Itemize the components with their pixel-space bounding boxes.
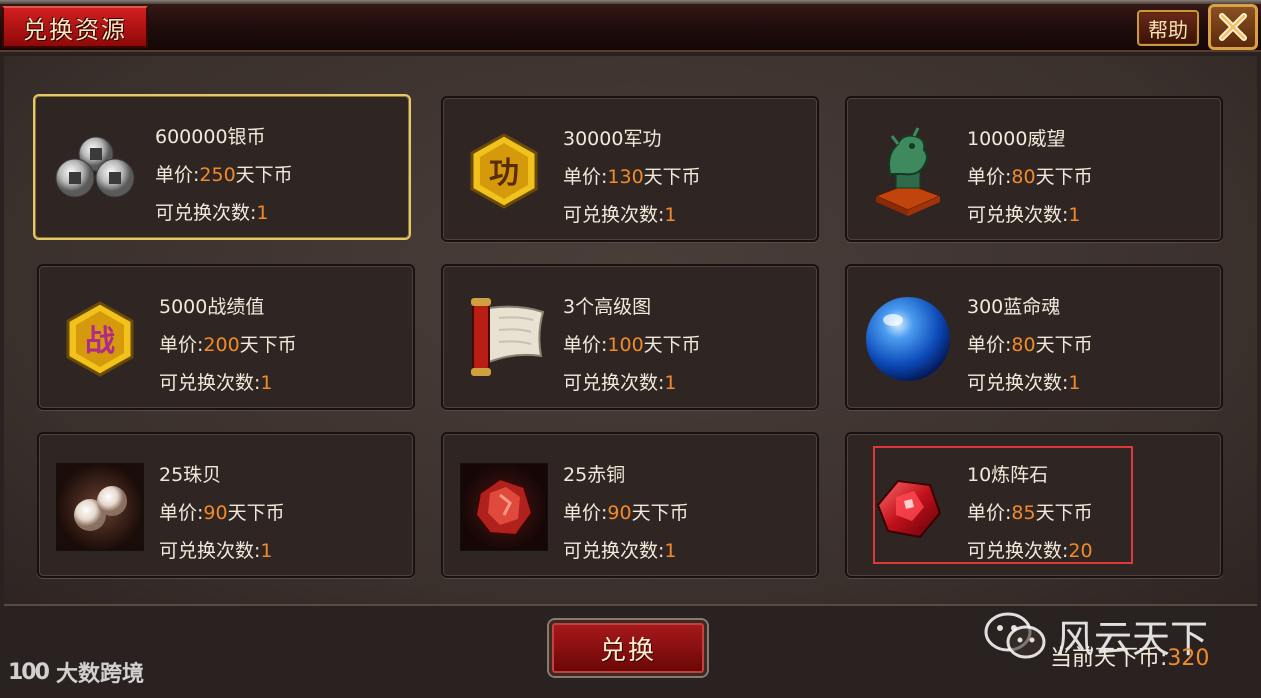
pearls-icon bbox=[53, 460, 147, 554]
item-price: 单价:100天下币 bbox=[563, 334, 701, 356]
close-button[interactable] bbox=[1208, 4, 1258, 50]
item-count: 可兑换次数:1 bbox=[563, 540, 677, 562]
exchange-item-scroll[interactable]: 3个高级图 单价:100天下币 可兑换次数:1 bbox=[441, 264, 819, 410]
exchange-button[interactable]: 兑换 bbox=[549, 620, 707, 676]
item-count: 可兑换次数:1 bbox=[967, 372, 1081, 394]
currency-value: 320 bbox=[1167, 646, 1210, 671]
item-count: 可兑换次数:1 bbox=[155, 202, 269, 224]
item-price: 单价:85天下币 bbox=[967, 502, 1093, 524]
item-count: 可兑换次数:1 bbox=[563, 372, 677, 394]
exchange-item-silver[interactable]: 600000银币 单价:250天下币 可兑换次数:1 bbox=[33, 94, 411, 240]
item-name: 600000银币 bbox=[155, 126, 266, 148]
exchange-item-pearls[interactable]: 25珠贝 单价:90天下币 可兑换次数:1 bbox=[37, 432, 415, 578]
blue-orb-icon bbox=[861, 292, 955, 386]
svg-text:战: 战 bbox=[85, 324, 115, 359]
item-count: 可兑换次数:20 bbox=[967, 540, 1093, 562]
item-name: 30000军功 bbox=[563, 128, 662, 150]
item-price: 单价:90天下币 bbox=[563, 502, 689, 524]
dragon-seal-icon bbox=[861, 124, 955, 218]
exchange-item-blue-soul[interactable]: 300蓝命魂 单价:80天下币 可兑换次数:1 bbox=[845, 264, 1223, 410]
battle-badge-icon: 战 bbox=[53, 292, 147, 386]
merit-badge-icon: 功 bbox=[457, 124, 551, 218]
watermark-source: 100 大数跨境 bbox=[8, 656, 144, 688]
exchange-item-refining-stone[interactable]: 10炼阵石 单价:85天下币 可兑换次数:20 bbox=[845, 432, 1223, 578]
title-bar bbox=[0, 0, 1261, 52]
item-name: 25赤铜 bbox=[563, 464, 626, 486]
item-name: 5000战绩值 bbox=[159, 296, 265, 318]
current-currency: 当前天下币:320 bbox=[1050, 640, 1209, 672]
item-price: 单价:200天下币 bbox=[159, 334, 297, 356]
scroll-icon bbox=[457, 292, 551, 386]
svg-text:功: 功 bbox=[489, 156, 519, 191]
item-price: 单价:80天下币 bbox=[967, 166, 1093, 188]
red-gem-icon bbox=[861, 460, 955, 554]
window-title: 兑换资源 bbox=[23, 15, 127, 44]
red-copper-icon bbox=[457, 460, 551, 554]
help-button[interactable]: 帮助 bbox=[1137, 10, 1199, 46]
item-count: 可兑换次数:1 bbox=[159, 372, 273, 394]
exchange-button-label: 兑换 bbox=[599, 635, 656, 666]
help-button-label: 帮助 bbox=[1148, 17, 1188, 42]
exchange-item-battle-record[interactable]: 战 5000战绩值 单价:200天下币 可兑换次数:1 bbox=[37, 264, 415, 410]
silver-coins-icon bbox=[49, 122, 143, 216]
watermark-source-text: 大数跨境 bbox=[55, 662, 144, 687]
currency-label: 当前天下币: bbox=[1050, 646, 1168, 671]
item-price: 单价:80天下币 bbox=[967, 334, 1093, 356]
exchange-item-red-copper[interactable]: 25赤铜 单价:90天下币 可兑换次数:1 bbox=[441, 432, 819, 578]
watermark-logo: 100 bbox=[8, 659, 50, 685]
item-count: 可兑换次数:1 bbox=[563, 204, 677, 226]
item-name: 10000威望 bbox=[967, 128, 1066, 150]
exchange-item-prestige[interactable]: 10000威望 单价:80天下币 可兑换次数:1 bbox=[845, 96, 1223, 242]
item-price: 单价:130天下币 bbox=[563, 166, 701, 188]
window-title-tab: 兑换资源 bbox=[2, 6, 148, 48]
close-icon bbox=[1219, 13, 1247, 41]
item-price: 单价:250天下币 bbox=[155, 164, 293, 186]
item-name: 3个高级图 bbox=[563, 296, 652, 318]
item-price: 单价:90天下币 bbox=[159, 502, 285, 524]
item-name: 300蓝命魂 bbox=[967, 296, 1061, 318]
wechat-icon bbox=[984, 612, 1046, 658]
exchange-item-merit[interactable]: 功 30000军功 单价:130天下币 可兑换次数:1 bbox=[441, 96, 819, 242]
item-name: 25珠贝 bbox=[159, 464, 222, 486]
item-count: 可兑换次数:1 bbox=[967, 204, 1081, 226]
item-name: 10炼阵石 bbox=[967, 464, 1049, 486]
item-count: 可兑换次数:1 bbox=[159, 540, 273, 562]
